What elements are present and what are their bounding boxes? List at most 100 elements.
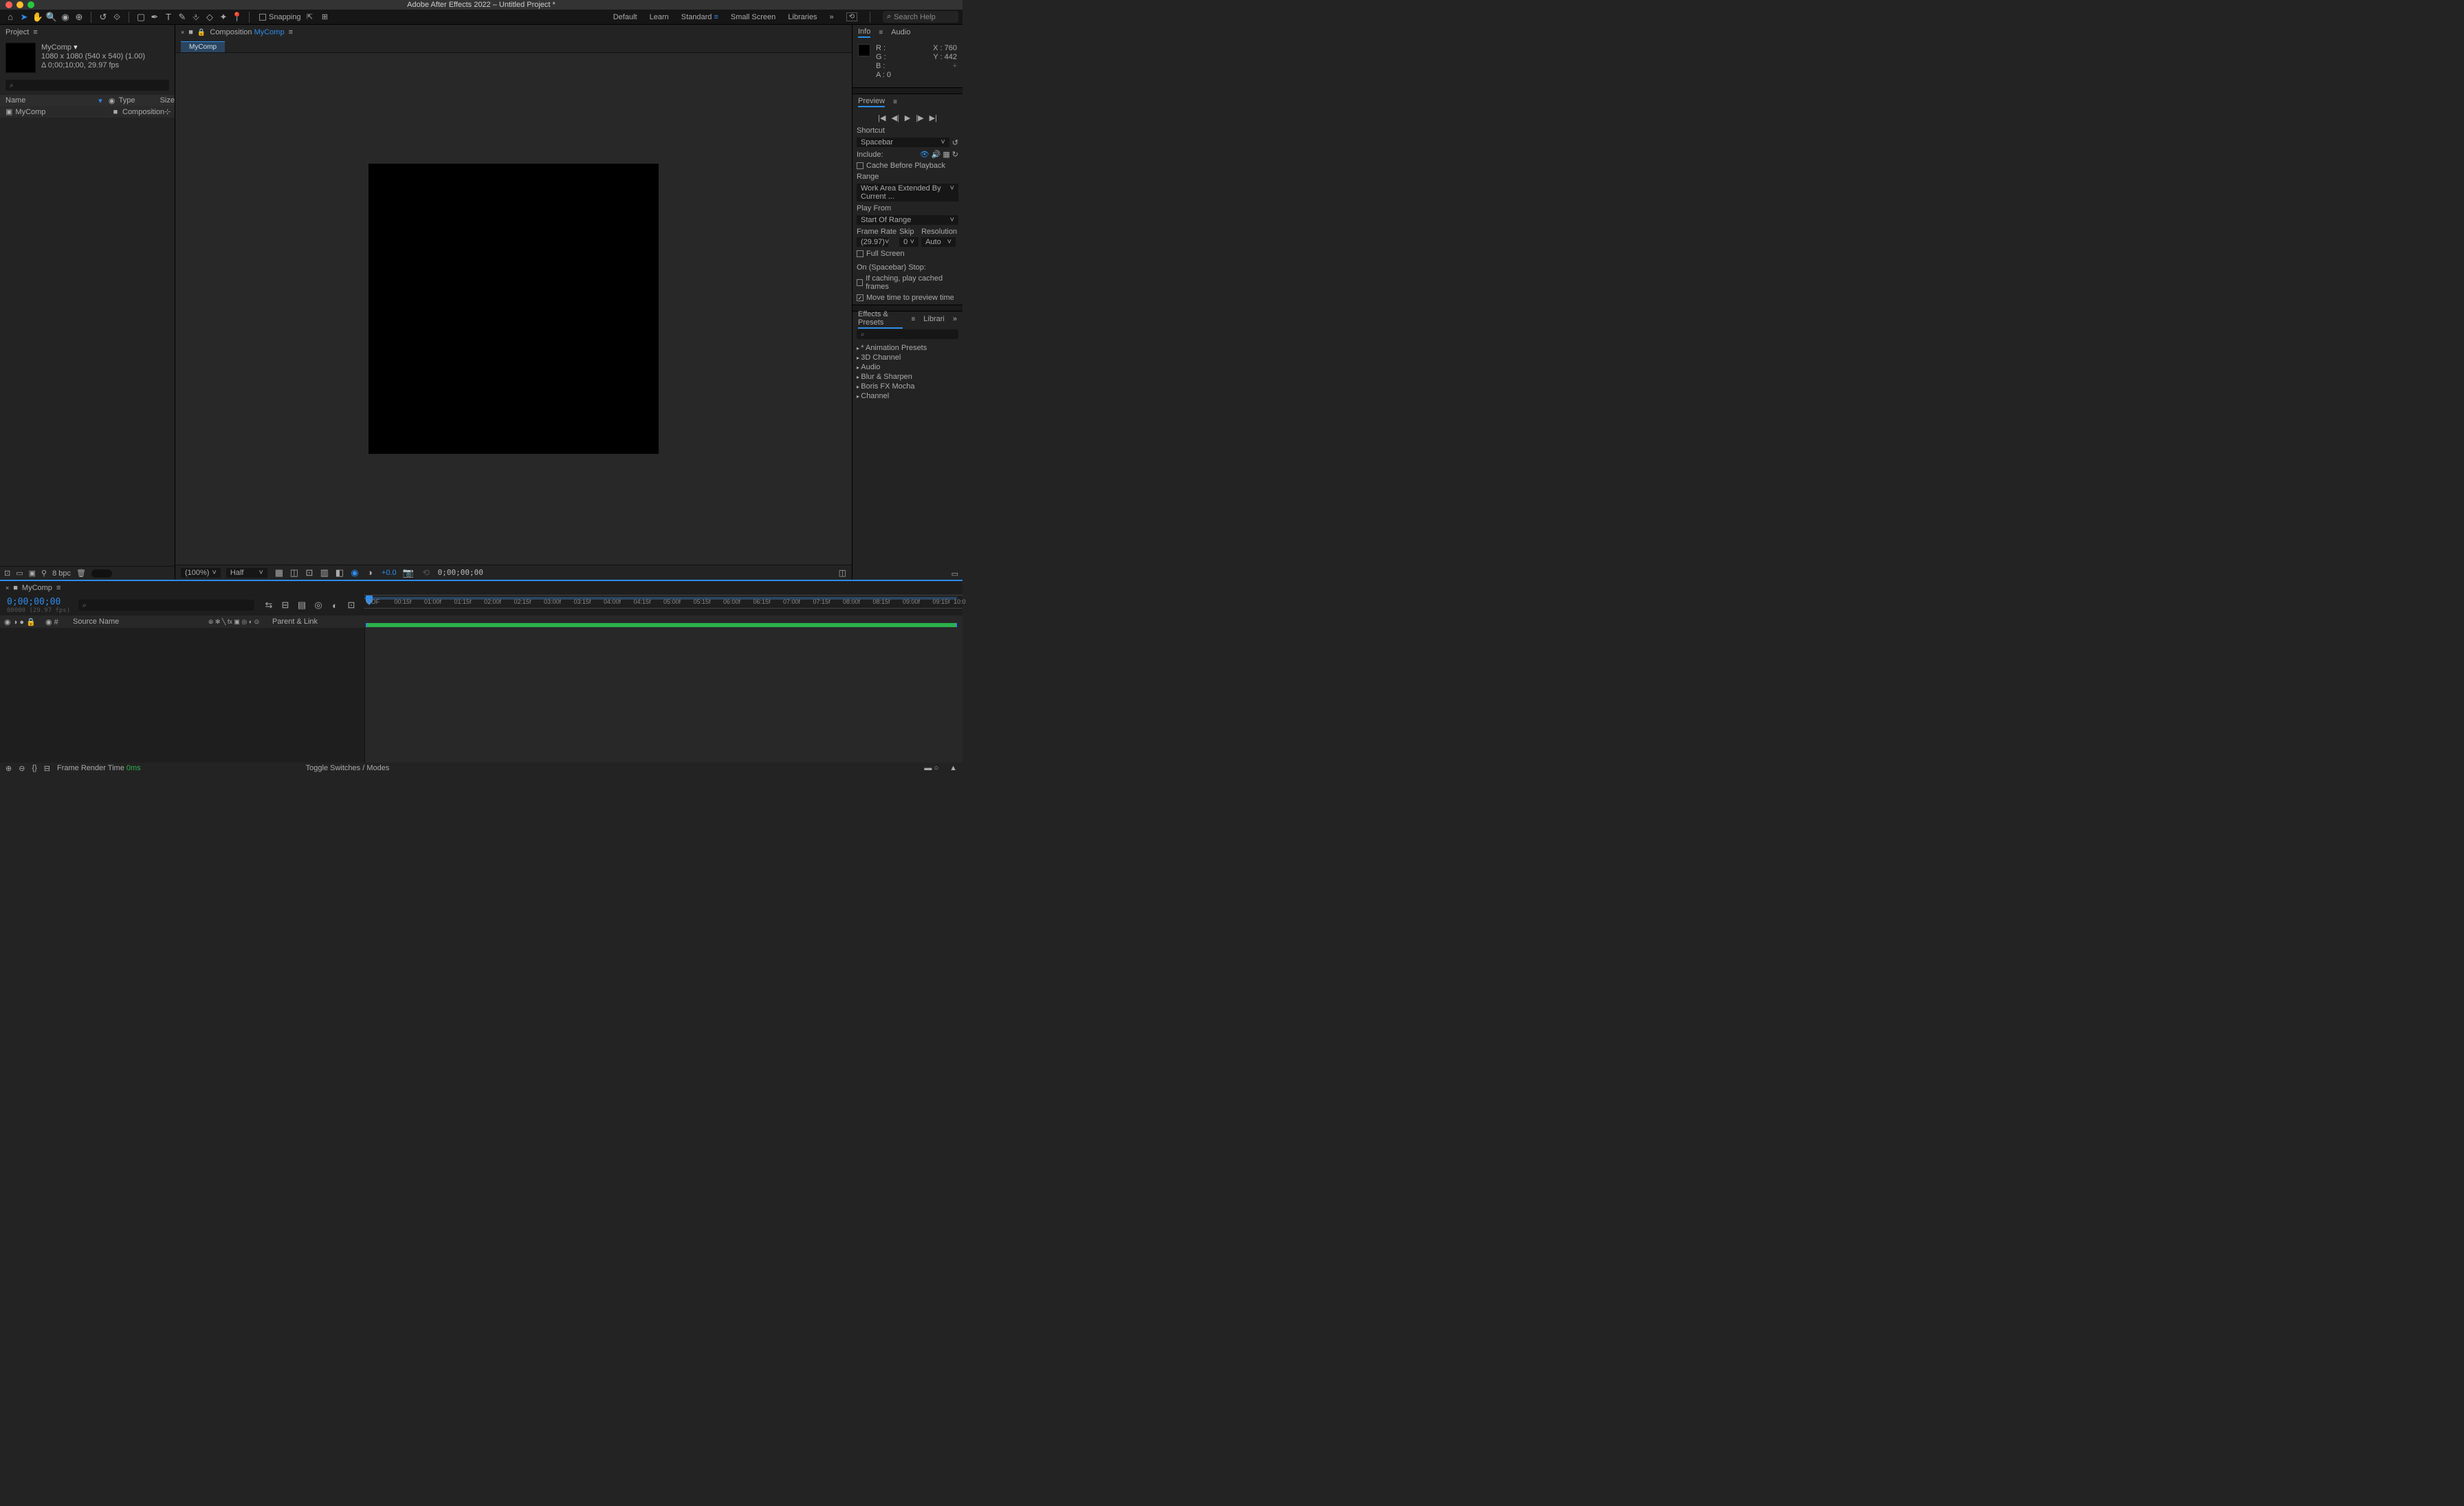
graph-editor-icon[interactable]: ⊡ bbox=[345, 599, 358, 611]
clone-stamp-icon[interactable]: ⎀ bbox=[190, 11, 202, 23]
reset-icon[interactable]: ↺ bbox=[952, 138, 958, 147]
effects-category[interactable]: * Animation Presets bbox=[855, 343, 960, 353]
toggle-transfer-icon[interactable]: {} bbox=[32, 764, 36, 772]
channel-icon[interactable]: ◧ bbox=[333, 567, 346, 579]
loop-icon[interactable]: ↻ bbox=[952, 150, 958, 159]
comp-mini-flowchart-icon[interactable]: ⇆ bbox=[263, 599, 275, 611]
motion-blur-icon[interactable]: ◐ bbox=[329, 599, 341, 611]
col-parent-link[interactable]: Parent & Link bbox=[268, 618, 364, 626]
overflow-icon[interactable]: » bbox=[829, 13, 833, 21]
include-overlays-icon[interactable]: ▦ bbox=[943, 150, 949, 159]
close-timeline-icon[interactable]: × bbox=[6, 585, 9, 591]
col-name[interactable]: Name bbox=[6, 96, 95, 105]
comp-name-label[interactable]: MyComp ▾ bbox=[41, 43, 145, 52]
pen-tool-icon[interactable]: ✒ bbox=[148, 11, 161, 23]
unified-camera-icon[interactable]: ⟐ bbox=[111, 11, 123, 23]
camera-tool-icon[interactable]: ⊕ bbox=[73, 11, 85, 23]
zoom-out-icon[interactable]: ▬ ○ bbox=[924, 764, 938, 772]
draft-3d-icon[interactable]: ⊟ bbox=[279, 599, 292, 611]
prev-frame-icon[interactable]: ◀| bbox=[891, 113, 899, 122]
switches-column-icons[interactable]: ⊛ ✻ ╲ fx ▣ ◎ ◐ ⊙ bbox=[199, 618, 268, 626]
toggle-switches-modes-button[interactable]: Toggle Switches / Modes bbox=[306, 764, 390, 772]
last-frame-icon[interactable]: ▶| bbox=[930, 113, 937, 122]
roi-icon[interactable]: ⊡ bbox=[303, 567, 316, 579]
project-search-input[interactable]: ⌕ bbox=[6, 80, 169, 91]
new-folder-icon[interactable]: ▭ bbox=[16, 569, 23, 578]
workspace-learn[interactable]: Learn bbox=[650, 13, 669, 21]
snapshot-icon[interactable]: 📷 bbox=[402, 567, 415, 579]
include-audio-icon[interactable]: 🔊 bbox=[932, 150, 941, 159]
effects-category[interactable]: Blur & Sharpen bbox=[855, 372, 960, 382]
col-source-name[interactable]: Source Name bbox=[69, 618, 199, 626]
current-time-display[interactable]: 0;00;00;00 bbox=[7, 597, 70, 607]
mask-vis-icon[interactable]: ◫ bbox=[288, 567, 300, 579]
time-ruler[interactable]: OOF 00:15f 01:00f 01:15f 02:00f 02:15f 0… bbox=[364, 595, 962, 609]
overflow-icon[interactable]: » bbox=[953, 315, 957, 323]
frame-blend-icon[interactable]: ◎ bbox=[312, 599, 324, 611]
color-mgmt-icon[interactable]: ◉ bbox=[349, 567, 361, 579]
col-size[interactable]: Size bbox=[160, 96, 175, 105]
frame-rate-dropdown[interactable]: (29.97)˅ bbox=[857, 237, 888, 247]
adjust-icon[interactable]: ⚲ bbox=[41, 569, 47, 578]
composition-canvas[interactable] bbox=[368, 164, 659, 454]
workspace-standard[interactable]: Standard ≡ bbox=[681, 13, 718, 21]
toggle-in-out-icon[interactable]: ⊟ bbox=[44, 764, 50, 773]
effects-category[interactable]: 3D Channel bbox=[855, 353, 960, 362]
panel-menu-icon[interactable]: ≡ bbox=[289, 28, 293, 36]
brush-tool-icon[interactable]: ✎ bbox=[176, 11, 188, 23]
col-hash[interactable]: # bbox=[54, 618, 58, 626]
lock-icon[interactable]: 🔒 bbox=[197, 29, 206, 36]
range-dropdown[interactable]: Work Area Extended By Current ...˅ bbox=[857, 184, 958, 201]
home-icon[interactable]: ⌂ bbox=[4, 11, 16, 23]
skip-dropdown[interactable]: 0˅ bbox=[899, 237, 918, 247]
puppet-pin-icon[interactable]: 📍 bbox=[231, 11, 243, 23]
full-screen-checkbox[interactable]: Full Screen bbox=[857, 250, 958, 258]
col-type[interactable]: Type bbox=[119, 96, 160, 105]
tab-preview[interactable]: Preview bbox=[858, 97, 885, 107]
timeline-search-input[interactable]: ⌕ bbox=[78, 600, 254, 611]
viewer-area[interactable] bbox=[175, 52, 852, 565]
flow-tab-mycomp[interactable]: MyComp bbox=[181, 41, 225, 52]
tab-info[interactable]: Info bbox=[858, 28, 870, 38]
sync-icon[interactable]: ⟲ bbox=[846, 12, 857, 21]
workspace-default[interactable]: Default bbox=[613, 13, 637, 21]
resolution-dropdown-2[interactable]: Auto˅ bbox=[921, 237, 956, 247]
panel-menu-icon[interactable]: ≡ bbox=[33, 28, 37, 36]
panel-menu-icon[interactable]: ≡ bbox=[893, 98, 897, 106]
workspace-small-screen[interactable]: Small Screen bbox=[731, 13, 776, 21]
first-frame-icon[interactable]: |◀ bbox=[878, 113, 886, 122]
flowchart-icon[interactable]: ⊹ bbox=[164, 107, 170, 116]
cache-before-checkbox[interactable]: Cache Before Playback bbox=[857, 162, 958, 170]
workspace-libraries[interactable]: Libraries bbox=[788, 13, 817, 21]
toggle-modes-icon[interactable]: ⊖ bbox=[19, 764, 25, 773]
snap-mode-1-icon[interactable]: ⇱ bbox=[304, 11, 316, 23]
interpret-footage-icon[interactable]: ⊡ bbox=[4, 569, 10, 578]
snap-mode-2-icon[interactable]: ⊞ bbox=[319, 11, 331, 23]
new-bin-icon[interactable]: ▭ bbox=[952, 570, 958, 578]
effects-category[interactable]: Audio bbox=[855, 362, 960, 372]
comp-badge-icon[interactable]: ■ bbox=[188, 28, 193, 36]
bpc-label[interactable]: 8 bpc bbox=[52, 569, 71, 578]
project-tab[interactable]: Project bbox=[6, 28, 29, 36]
move-time-checkbox[interactable]: Move time to preview time bbox=[857, 294, 958, 302]
play-icon[interactable]: ▶ bbox=[905, 113, 910, 122]
next-frame-icon[interactable]: |▶ bbox=[916, 113, 923, 122]
av-features-icons[interactable]: ◉ ◑ ● 🔒 bbox=[4, 618, 36, 626]
close-comp-icon[interactable]: × bbox=[181, 29, 184, 36]
resolution-dropdown[interactable]: Half ˅ bbox=[226, 568, 267, 578]
timeline-layers-area[interactable] bbox=[0, 628, 962, 763]
tab-libraries[interactable]: Librari bbox=[923, 315, 945, 323]
zoom-in-icon[interactable]: ▲ bbox=[949, 764, 957, 772]
work-area-bar[interactable] bbox=[366, 623, 957, 627]
composition-thumbnail[interactable] bbox=[6, 43, 36, 73]
panel-menu-icon[interactable]: ≡ bbox=[879, 29, 883, 36]
roto-brush-icon[interactable]: ✦ bbox=[217, 11, 230, 23]
transparency-grid-icon[interactable]: ▦ bbox=[273, 567, 285, 579]
hand-tool-icon[interactable]: ✋ bbox=[32, 11, 44, 23]
play-from-dropdown[interactable]: Start Of Range˅ bbox=[857, 215, 958, 225]
search-help-input[interactable]: ⌕ Search Help bbox=[883, 11, 958, 23]
exposure-value[interactable]: +0.0 bbox=[382, 569, 397, 577]
panel-menu-icon[interactable]: ≡ bbox=[911, 316, 915, 323]
new-comp-icon[interactable]: ▣ bbox=[29, 569, 36, 578]
shortcut-dropdown[interactable]: Spacebar˅ bbox=[857, 138, 949, 147]
